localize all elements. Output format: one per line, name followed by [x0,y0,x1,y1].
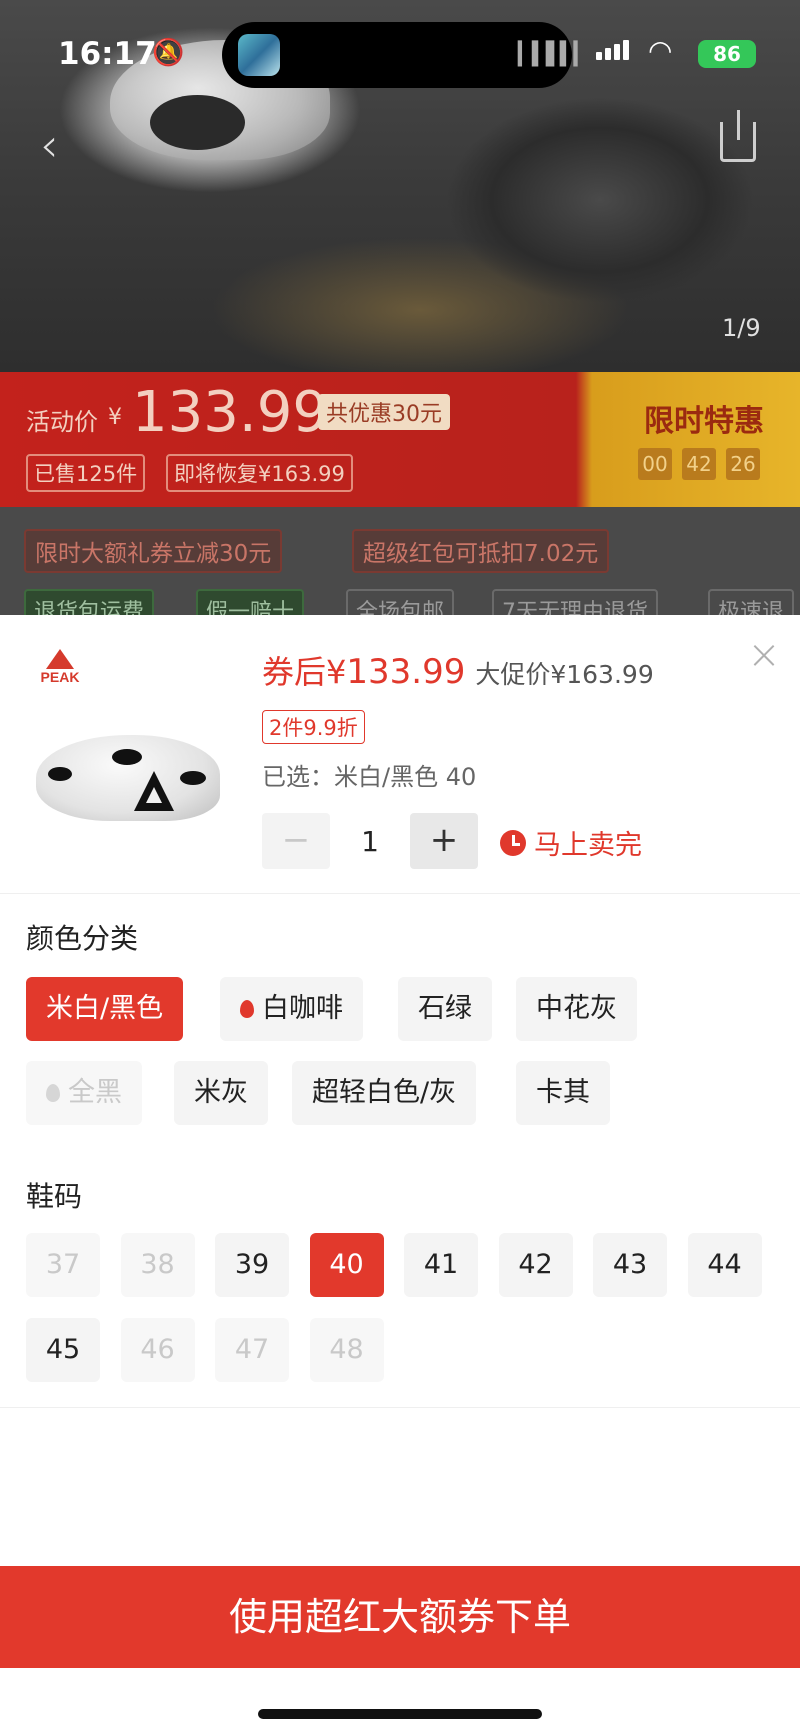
service-tag: 全场包邮 [346,589,455,615]
service-tag: 极速退 [708,589,795,615]
size-option: 46 [120,1318,195,1382]
share-icon[interactable] [720,110,756,162]
size-option[interactable]: 40 [309,1233,384,1297]
size-option: 48 [309,1318,384,1382]
service-tag: 退货包运费 [24,589,155,615]
original-price: 大促价¥163.99 [475,660,654,689]
restore-price: 即将恢复¥163.99 [166,454,353,492]
color-option-label: 米白/黑色 [46,993,164,1024]
quantity-value[interactable]: 1 [330,825,410,858]
flame-icon [240,1000,254,1018]
color-option-label: 石绿 [418,993,472,1024]
promo-label: 活动价 [26,408,98,436]
increase-button[interactable]: + [410,813,478,869]
status-bar: 16:17 🔕 ▎▍▌▍▎ ◠ 86 [0,0,800,110]
color-option-label: 米灰 [194,1077,248,1108]
promo-save-badge: 共优惠30元 [318,394,450,430]
coupon-tag[interactable]: 超级红包可抵扣7.02元 [352,529,610,573]
back-chevron-icon[interactable]: ‹ [40,118,58,172]
brand-name: PEAK [40,669,80,685]
status-time: 16:17 [58,36,157,72]
size-option[interactable]: 45 [26,1318,100,1382]
gallery-pager: 1/9 [722,314,761,342]
quantity-stepper: − 1 + [262,813,478,869]
app-icon [238,34,280,76]
size-section-title: 鞋码 [26,1180,83,1213]
coupon-price: 133.99 [346,652,466,692]
size-option: 37 [26,1233,100,1297]
price-line: 券后¥ 133.99 大促价¥163.99 [262,647,654,693]
decrease-button[interactable]: − [262,813,330,869]
promo-currency: ¥ [108,405,122,430]
flash-sale-title: 限时特惠 [644,404,764,439]
silent-bell-icon: 🔕 [152,38,185,68]
service-tag: 假一赔十 [196,589,305,615]
product-page-background: 16:17 🔕 ▎▍▌▍▎ ◠ 86 ‹ 1/9 活动价 ¥ 133.99 共优… [0,0,800,615]
size-option[interactable]: 44 [687,1233,762,1297]
color-option-label: 白咖啡 [262,993,343,1024]
selected-variant: 已选：米白/黑色 40 [262,763,477,791]
place-order-button[interactable]: 使用超红大额券下单 [0,1566,800,1668]
sold-out-hint: 马上卖完 [500,823,642,862]
color-option[interactable]: 中花灰 [516,977,637,1041]
color-option[interactable]: 米白/黑色 [26,977,184,1041]
color-option[interactable]: 白咖啡 [220,977,363,1041]
color-option: 全黑 [26,1061,142,1125]
close-icon[interactable]: × [744,635,784,675]
coupon-price-prefix: 券后¥ [262,653,347,691]
color-option-label: 中花灰 [536,993,617,1024]
audio-wave-icon: ▎▍▌▍▎ [518,42,591,67]
size-option: 47 [215,1318,289,1382]
size-option: 38 [120,1233,195,1297]
home-indicator [258,1709,542,1719]
color-option[interactable]: 石绿 [398,977,492,1041]
promo-price: 133.99 [132,380,328,445]
wifi-icon: ◠ [648,34,673,67]
sold-count: 已售125件 [26,454,146,492]
clock-icon [500,829,526,856]
battery-indicator: 86 [698,40,756,68]
coupon-tag[interactable]: 限时大额礼券立减30元 [24,529,283,573]
battery-level: 86 [713,42,741,66]
color-section-title: 颜色分类 [26,922,139,955]
color-option-label: 全黑 [68,1077,122,1108]
divider [0,893,800,894]
sold-out-text: 马上卖完 [534,830,642,861]
countdown-timer: 00 42 26 [638,448,760,480]
divider [0,1407,800,1408]
sku-selection-sheet: PEAK 券后¥ 133.99 大促价¥163.99 × 2件9.9折 已选：米… [0,615,800,1733]
brand-logo: PEAK [36,649,84,685]
size-option[interactable]: 42 [498,1233,573,1297]
flame-icon [46,1084,60,1102]
color-option[interactable]: 超轻白色/灰 [292,1061,477,1125]
color-option[interactable]: 米灰 [174,1061,268,1125]
service-tag: 7天无理由退货 [492,589,658,615]
color-option-label: 卡其 [536,1077,590,1108]
countdown-seconds: 26 [726,448,760,480]
size-option[interactable]: 41 [404,1233,478,1297]
size-option[interactable]: 39 [215,1233,289,1297]
countdown-minutes: 42 [682,448,716,480]
size-option[interactable]: 43 [593,1233,667,1297]
discount-tag: 2件9.9折 [262,710,365,744]
dynamic-island: ▎▍▌▍▎ [222,22,591,88]
product-thumbnail[interactable] [30,723,226,833]
countdown-hours: 00 [638,448,672,480]
color-option[interactable]: 卡其 [516,1061,610,1125]
promo-banner: 活动价 ¥ 133.99 共优惠30元 已售125件 即将恢复¥163.99 限… [0,372,800,507]
color-option-label: 超轻白色/灰 [312,1077,457,1108]
coupon-service-row: 限时大额礼券立减30元 超级红包可抵扣7.02元 退货包运费 假一赔十 全场包邮… [0,507,800,615]
cellular-signal-icon [596,40,629,60]
